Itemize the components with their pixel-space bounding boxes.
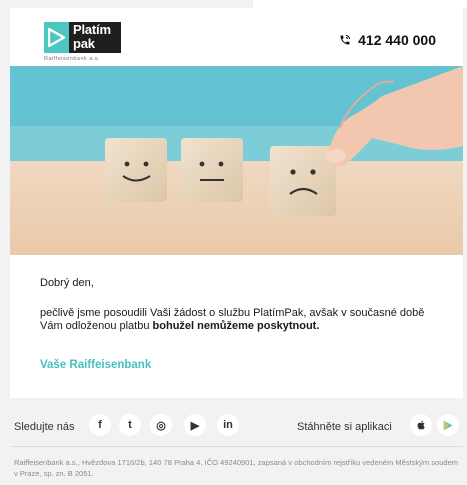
message-paragraph: pečlivě jsme posoudili Vaši žádost o slu… <box>40 307 450 333</box>
apps-label: Stáhněte si aplikaci <box>297 421 392 433</box>
message-bold-text: bohužel nemůžeme poskytnout. <box>152 320 320 332</box>
logo-text: Platím pak <box>73 23 111 51</box>
linkedin-icon[interactable]: in <box>217 414 239 436</box>
facebook-icon[interactable]: f <box>89 414 111 436</box>
footer-divider <box>10 446 463 447</box>
hero-image <box>10 66 463 255</box>
legal-text: Raiffeisenbank a.s., Hvězdova 1716/2b, 1… <box>14 458 458 478</box>
logo-box: Platím pak <box>44 22 121 53</box>
twitter-icon[interactable]: t <box>119 414 141 436</box>
apple-icon[interactable] <box>410 414 432 436</box>
platimpak-logo[interactable]: Platím pak Raiffeisenbank a.s. <box>44 22 121 62</box>
footer-social-row: Sledujte nás f t ◎ ▶ in Stáhněte si apli… <box>0 404 467 446</box>
phone-contact[interactable]: 412 440 000 <box>339 32 436 48</box>
neutral-cube <box>181 138 243 202</box>
signature: Vaše Raiffeisenbank <box>40 359 152 371</box>
follow-label: Sledujte nás <box>14 421 75 433</box>
youtube-icon[interactable]: ▶ <box>184 414 206 436</box>
google-play-icon[interactable] <box>437 414 459 436</box>
happy-cube <box>105 138 167 202</box>
instagram-icon[interactable]: ◎ <box>150 414 172 436</box>
logo-subtitle: Raiffeisenbank a.s. <box>44 56 101 62</box>
logo-line2: pak <box>73 36 95 51</box>
phone-number: 412 440 000 <box>358 32 436 48</box>
top-strip <box>253 0 467 8</box>
email-card: Platím pak Raiffeisenbank a.s. 412 440 0… <box>10 8 463 398</box>
greeting-text: Dobrý den, <box>40 277 94 289</box>
logo-line1: Platím <box>73 22 111 37</box>
phone-icon <box>339 34 351 46</box>
play-mark-icon <box>44 22 69 53</box>
